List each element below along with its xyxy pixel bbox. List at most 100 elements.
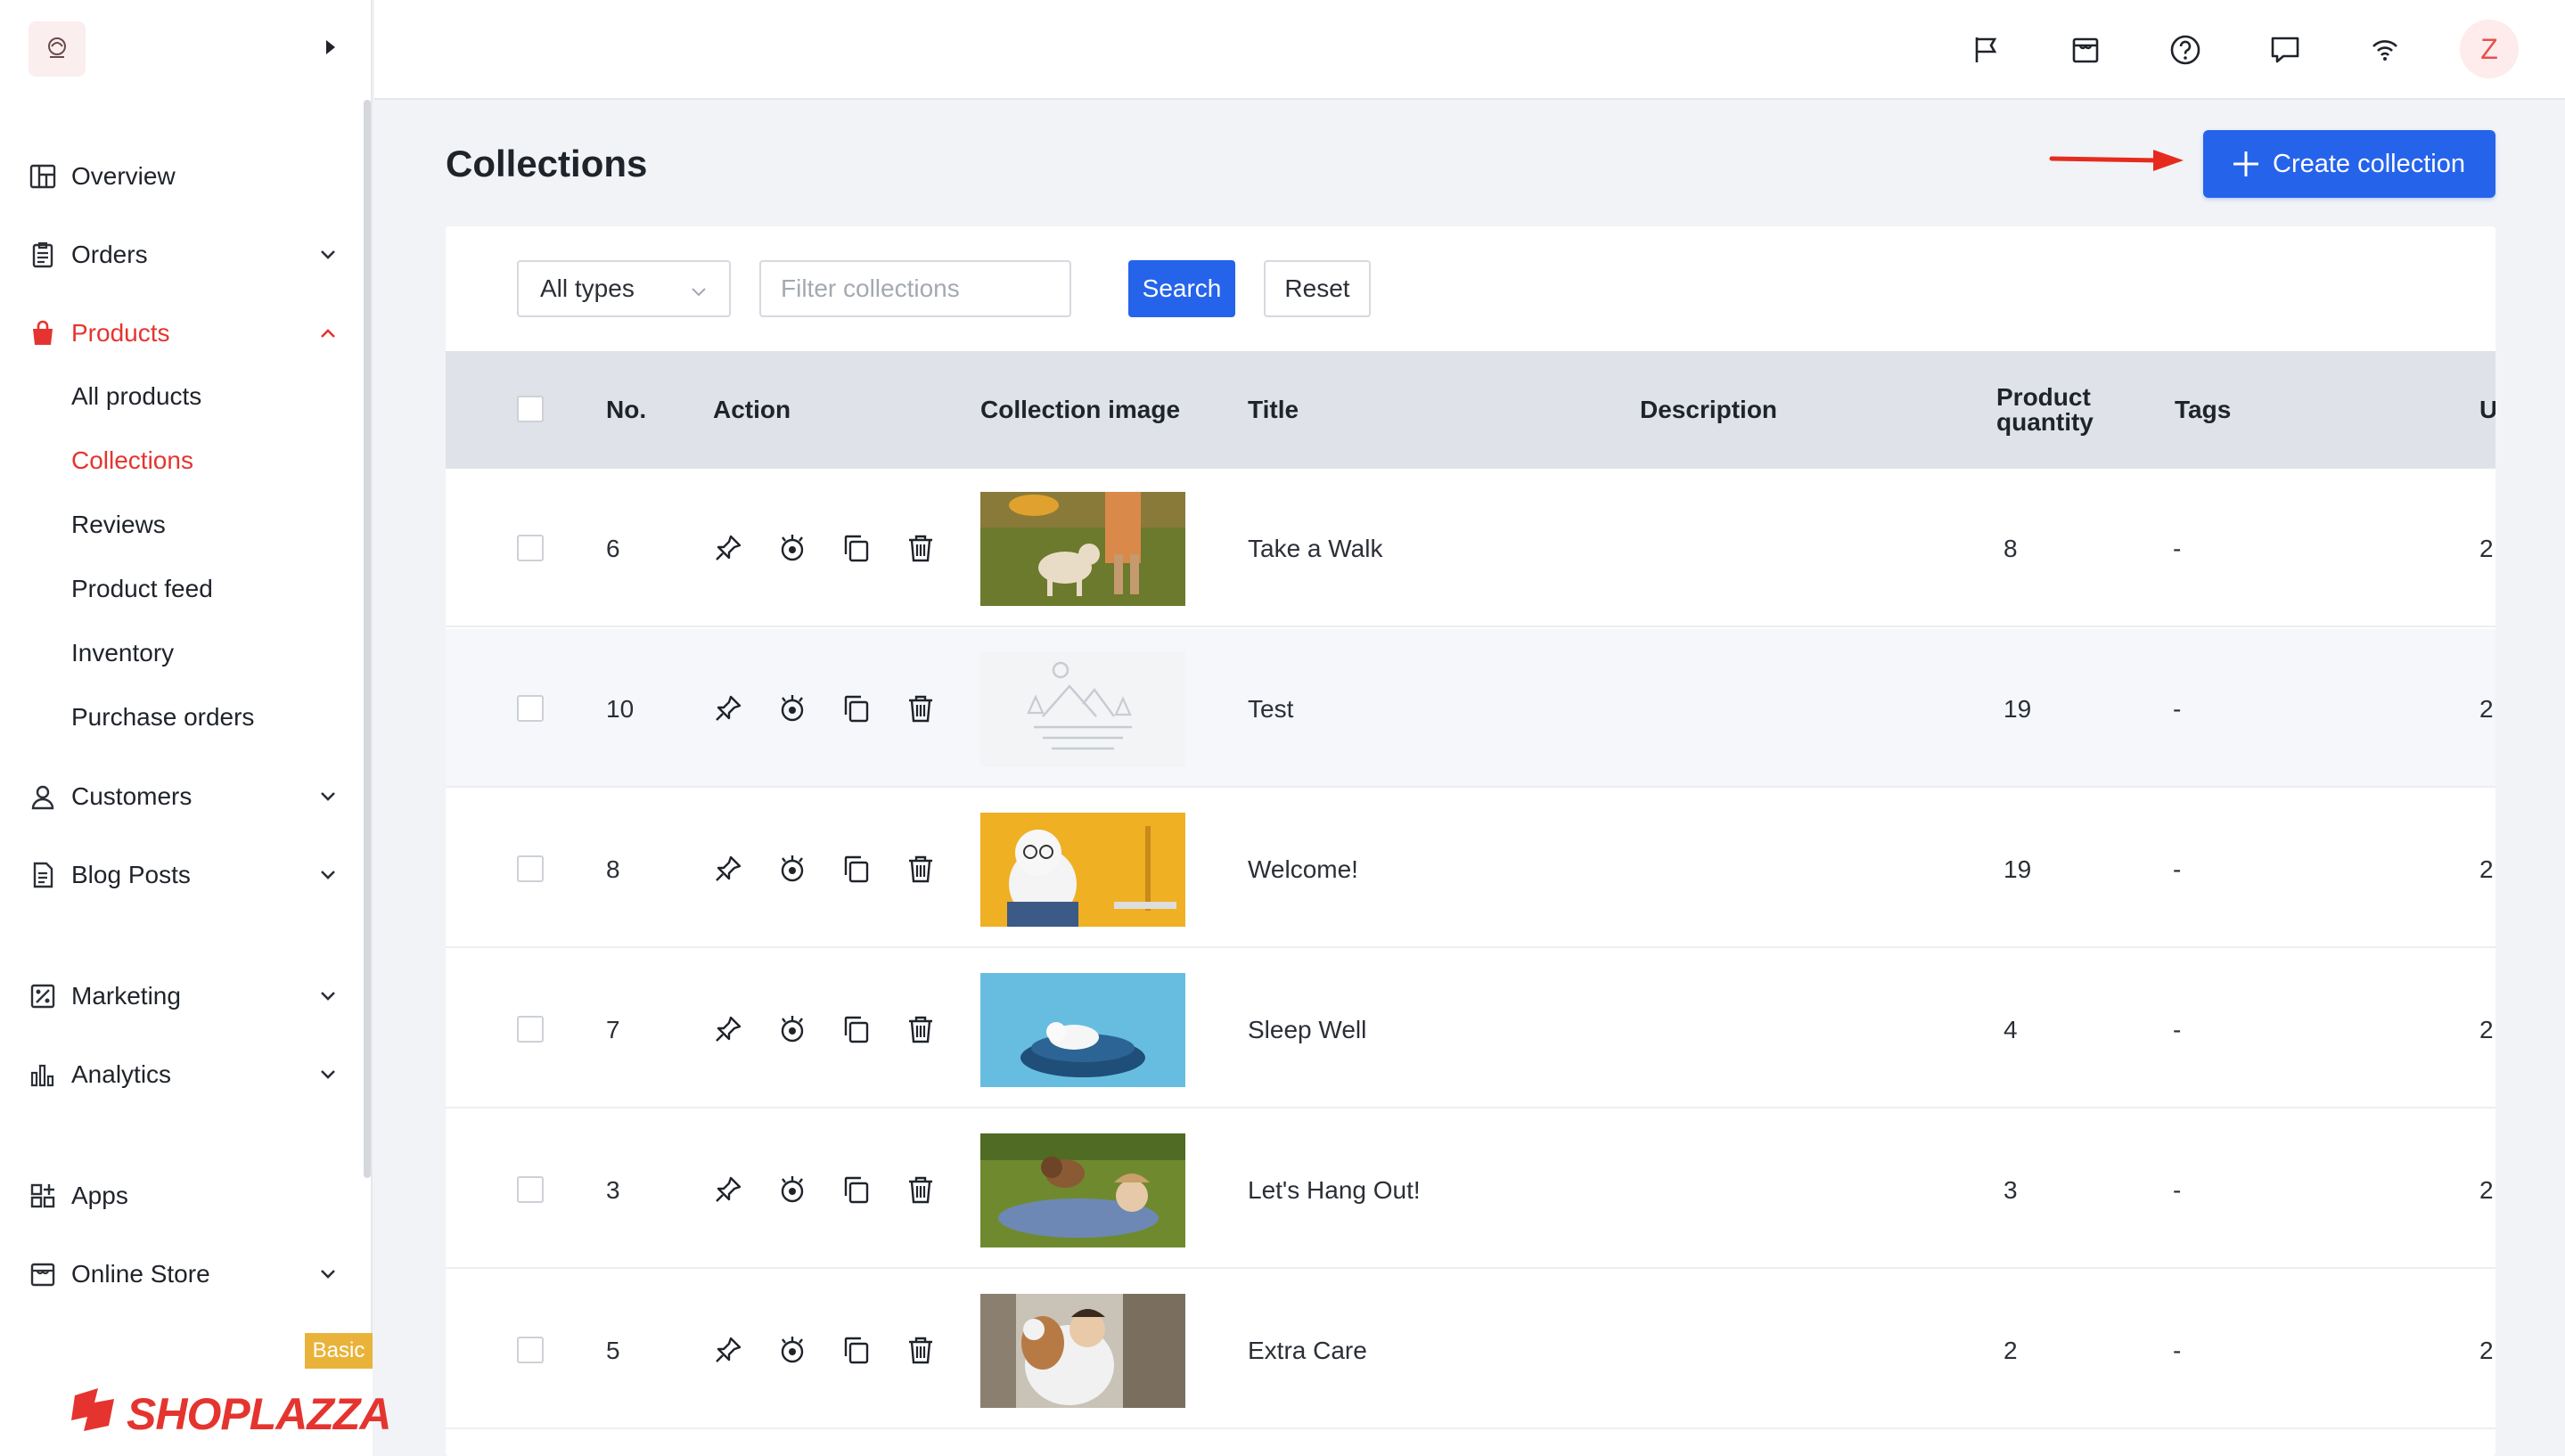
table-row[interactable]: 3 Let's Hang Out! 3 - 2 [446,1110,2495,1269]
sidebar-item-marketing[interactable]: Marketing [0,969,356,1023]
sidebar-subitem-product-feed[interactable]: Product feed [71,567,213,611]
collection-image[interactable] [980,1133,1185,1247]
column-header-image: Collection image [980,396,1181,423]
search-button[interactable]: Search [1128,260,1235,317]
sidebar-item-orders[interactable]: Orders [0,228,356,282]
product-quantity: 8 [2004,535,2018,562]
type-select[interactable]: All types [517,260,731,317]
pin-icon[interactable] [711,691,745,725]
collections-card: All types Search Reset No. Action Collec… [446,226,2495,1456]
eye-icon[interactable] [775,1173,809,1207]
create-collection-button[interactable]: Create collection [2203,130,2495,198]
sidebar-item-online-store[interactable]: Online Store [0,1247,356,1301]
eye-icon[interactable] [775,1012,809,1046]
collection-title[interactable]: Test [1248,695,1293,724]
table-row[interactable]: 10 Test 19 - 2 [446,629,2495,788]
sidebar-toggle-icon[interactable] [321,34,340,61]
sidebar-item-overview[interactable]: Overview [0,150,356,203]
trash-icon[interactable] [904,531,938,565]
row-checkbox[interactable] [517,535,544,561]
collection-tags: - [2173,855,2182,883]
collection-title[interactable]: Extra Care [1248,1337,1367,1365]
collection-image[interactable] [980,1294,1185,1408]
copy-icon[interactable] [840,1173,873,1207]
sidebar-item-customers[interactable]: Customers [0,770,356,823]
collection-image[interactable] [980,973,1185,1087]
sidebar-header [0,0,373,100]
sidebar-item-apps[interactable]: Apps [0,1169,356,1223]
store-logo[interactable] [29,21,86,77]
pin-icon[interactable] [711,531,745,565]
trash-icon[interactable] [904,852,938,886]
collection-image[interactable] [980,813,1185,927]
sidebar-subitem-reviews[interactable]: Reviews [71,503,166,547]
sidebar-item-products[interactable]: Products [0,307,356,360]
trash-icon[interactable] [904,1333,938,1367]
copy-icon[interactable] [840,531,873,565]
sidebar-item-label: Orders [71,241,148,268]
table-row[interactable]: 8 Welcome! 19 - 2 [446,789,2495,948]
store-icon [27,1258,59,1290]
sidebar-item-blog-posts[interactable]: Blog Posts [0,848,356,902]
table-row[interactable]: 5 Extra Care 2 - 2 [446,1271,2495,1429]
pin-icon[interactable] [711,1173,745,1207]
eye-icon[interactable] [775,531,809,565]
select-all-checkbox[interactable] [517,396,544,422]
collection-title[interactable]: Let's Hang Out! [1248,1176,1421,1205]
reset-button[interactable]: Reset [1264,260,1371,317]
chat-icon[interactable] [2266,30,2305,70]
eye-icon[interactable] [775,852,809,886]
copy-icon[interactable] [840,852,873,886]
store-icon[interactable] [2066,30,2105,70]
sidebar-item-label: Apps [71,1182,128,1209]
trash-icon[interactable] [904,1173,938,1207]
copy-icon[interactable] [840,691,873,725]
collection-tags: - [2173,695,2182,723]
copy-icon[interactable] [840,1333,873,1367]
pin-icon[interactable] [711,1333,745,1367]
row-checkbox[interactable] [517,1337,544,1363]
collection-image[interactable] [980,652,1185,766]
wifi-icon[interactable] [2365,30,2405,70]
dashboard-icon [27,160,59,192]
table-row[interactable]: 6 Take a Walk 8 - 2 [446,469,2495,627]
trash-icon[interactable] [904,691,938,725]
flag-icon[interactable] [1966,30,2005,70]
chevron-down-icon [316,984,340,1009]
collection-title[interactable]: Welcome! [1248,855,1358,884]
row-checkbox[interactable] [517,1016,544,1043]
row-checkbox[interactable] [517,1176,544,1203]
bar-chart-icon [27,1059,59,1091]
plan-badge: Basic [305,1333,373,1369]
sidebar-item-analytics[interactable]: Analytics [0,1048,356,1101]
row-number: 3 [606,1176,620,1204]
pin-icon[interactable] [711,1012,745,1046]
sidebar-subitem-all-products[interactable]: All products [71,374,201,419]
sidebar-subitem-inventory[interactable]: Inventory [71,631,174,675]
pin-icon[interactable] [711,852,745,886]
copy-icon[interactable] [840,1012,873,1046]
sidebar-scrollbar[interactable] [364,100,371,1178]
avatar[interactable]: Z [2460,20,2519,78]
row-checkbox[interactable] [517,695,544,722]
eye-icon[interactable] [775,691,809,725]
collection-title[interactable]: Take a Walk [1248,535,1382,563]
eye-icon[interactable] [775,1333,809,1367]
trash-icon[interactable] [904,1012,938,1046]
sidebar-item-label: Customers [71,782,193,810]
collection-title[interactable]: Sleep Well [1248,1016,1366,1044]
help-icon[interactable] [2166,30,2205,70]
shopping-bag-icon [27,317,59,349]
plus-icon [2230,148,2262,180]
updated-date: 2 [2479,1337,2494,1364]
filter-collections-input[interactable] [759,260,1071,317]
row-checkbox[interactable] [517,855,544,882]
collection-image[interactable] [980,492,1185,606]
sidebar-subitem-purchase-orders[interactable]: Purchase orders [71,695,254,740]
sidebar: Overview Orders Products All products Co… [0,0,392,1456]
document-icon [27,859,59,891]
table-row[interactable]: 7 Sleep Well 4 - 2 [446,950,2495,1108]
shoplazza-logo-icon [68,1383,121,1436]
row-number: 10 [606,695,635,723]
sidebar-subitem-collections[interactable]: Collections [71,438,193,483]
